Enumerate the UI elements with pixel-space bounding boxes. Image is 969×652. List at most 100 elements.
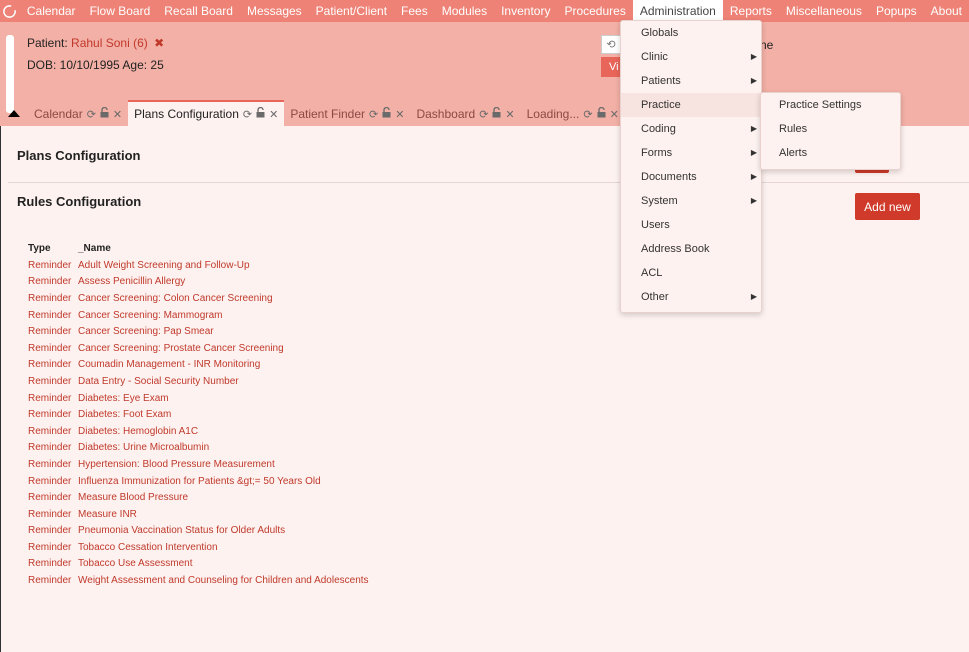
rule-type-link[interactable]: Reminder <box>28 492 78 503</box>
top-menu-bar: Calendar Flow Board Recall Board Messages Pa… <box>0 0 969 22</box>
rule-name-link[interactable]: Hypertension: Blood Pressure Measurement <box>78 459 275 470</box>
rule-name-link[interactable]: Tobacco Cessation Intervention <box>78 542 218 553</box>
menu-calendar[interactable]: Calendar <box>20 0 83 22</box>
rule-name-link[interactable]: Influenza Immunization for Patients &gt;… <box>78 476 321 487</box>
admin-menu-practice[interactable]: Practice <box>621 93 761 117</box>
menu-recall-board[interactable]: Recall Board <box>157 0 240 22</box>
patient-name-link[interactable]: Rahul Soni (6) <box>71 36 148 50</box>
admin-menu-forms[interactable]: Forms ▶ <box>621 141 761 165</box>
admin-menu-system[interactable]: System ▶ <box>621 189 761 213</box>
rule-name-link[interactable]: Measure Blood Pressure <box>78 492 188 503</box>
rule-name-link[interactable]: Adult Weight Screening and Follow-Up <box>78 260 250 271</box>
menu-reports[interactable]: Reports <box>723 0 779 22</box>
rule-name-link[interactable]: Assess Penicillin Allergy <box>78 276 185 287</box>
practice-menu-rules[interactable]: Rules <box>761 117 900 141</box>
practice-menu-practice-settings[interactable]: Practice Settings <box>761 93 900 117</box>
history-icon[interactable]: ⟲ <box>601 35 621 54</box>
menu-miscellaneous[interactable]: Miscellaneous <box>779 0 869 22</box>
menu-patient-client[interactable]: Patient/Client <box>309 0 394 22</box>
rule-name-link[interactable]: Diabetes: Urine Microalbumin <box>78 442 209 453</box>
rule-type-link[interactable]: Reminder <box>28 293 78 304</box>
unlock-icon[interactable] <box>256 106 265 121</box>
collapse-header-icon[interactable] <box>0 100 28 126</box>
rule-type-link[interactable]: Reminder <box>28 276 78 287</box>
rule-name-link[interactable]: Coumadin Management - INR Monitoring <box>78 359 260 370</box>
tab-calendar[interactable]: Calendar ⟳ ✕ <box>28 102 128 126</box>
close-icon[interactable]: ✕ <box>505 108 514 121</box>
name-column-header[interactable]: _Name <box>78 243 111 257</box>
admin-menu-address-book[interactable]: Address Book <box>621 237 761 261</box>
unlock-icon[interactable] <box>492 106 501 121</box>
refresh-icon[interactable]: ⟳ <box>243 108 252 121</box>
rule-type-link[interactable]: Reminder <box>28 310 78 321</box>
rule-type-link[interactable]: Reminder <box>28 260 78 271</box>
rule-name-link[interactable]: Diabetes: Hemoglobin A1C <box>78 426 198 437</box>
admin-menu-users[interactable]: Users <box>621 213 761 237</box>
rule-type-link[interactable]: Reminder <box>28 575 78 586</box>
rule-type-link[interactable]: Reminder <box>28 509 78 520</box>
admin-menu-other[interactable]: Other ▶ <box>621 285 761 309</box>
rule-name-link[interactable]: Diabetes: Foot Exam <box>78 409 171 420</box>
rule-name-link[interactable]: Tobacco Use Assessment <box>78 558 193 569</box>
practice-menu-alerts[interactable]: Alerts <box>761 141 900 165</box>
rule-type-link[interactable]: Reminder <box>28 542 78 553</box>
admin-menu-globals[interactable]: Globals <box>621 21 761 45</box>
rule-name-link[interactable]: Cancer Screening: Mammogram <box>78 310 223 321</box>
refresh-icon[interactable]: ⟳ <box>369 108 378 121</box>
tab-loading[interactable]: Loading... ⟳ ✕ <box>521 102 625 126</box>
close-patient-icon[interactable]: ✖ <box>154 36 164 50</box>
close-icon[interactable]: ✕ <box>395 108 404 121</box>
rule-type-link[interactable]: Reminder <box>28 343 78 354</box>
rule-name-link[interactable]: Diabetes: Eye Exam <box>78 393 169 404</box>
refresh-icon[interactable]: ⟳ <box>479 108 488 121</box>
rule-name-link[interactable]: Weight Assessment and Counseling for Chi… <box>78 575 369 586</box>
rule-type-link[interactable]: Reminder <box>28 326 78 337</box>
rule-name-link[interactable]: Cancer Screening: Colon Cancer Screening <box>78 293 273 304</box>
rule-type-link[interactable]: Reminder <box>28 525 78 536</box>
close-icon[interactable]: ✕ <box>113 108 122 121</box>
menu-administration[interactable]: Administration <box>632 0 723 22</box>
menu-inventory[interactable]: Inventory <box>494 0 557 22</box>
menu-popups[interactable]: Popups <box>869 0 924 22</box>
rule-type-link[interactable]: Reminder <box>28 426 78 437</box>
rule-type-link[interactable]: Reminder <box>28 376 78 387</box>
admin-menu-acl[interactable]: ACL <box>621 261 761 285</box>
add-new-button[interactable]: Add new <box>855 193 920 220</box>
app-logo-icon[interactable] <box>0 0 20 22</box>
refresh-icon[interactable]: ⟳ <box>87 108 96 121</box>
close-icon[interactable]: ✕ <box>610 108 619 121</box>
menu-modules[interactable]: Modules <box>435 0 494 22</box>
rule-name-link[interactable]: Cancer Screening: Pap Smear <box>78 326 214 337</box>
type-column-header[interactable]: Type <box>28 243 78 257</box>
rule-type-link[interactable]: Reminder <box>28 476 78 487</box>
admin-menu-clinic[interactable]: Clinic ▶ <box>621 45 761 69</box>
unlock-icon[interactable] <box>100 106 109 121</box>
menu-fees[interactable]: Fees <box>394 0 435 22</box>
menu-procedures[interactable]: Procedures <box>557 0 632 22</box>
admin-menu-patients[interactable]: Patients ▶ <box>621 69 761 93</box>
rule-type-link[interactable]: Reminder <box>28 558 78 569</box>
close-icon[interactable]: ✕ <box>269 108 278 121</box>
admin-menu-documents[interactable]: Documents ▶ <box>621 165 761 189</box>
tab-dashboard[interactable]: Dashboard ⟳ ✕ <box>410 102 520 126</box>
menu-flow-board[interactable]: Flow Board <box>83 0 158 22</box>
rule-type-link[interactable]: Reminder <box>28 409 78 420</box>
rule-type-link[interactable]: Reminder <box>28 442 78 453</box>
rule-name-link[interactable]: Pneumonia Vaccination Status for Older A… <box>78 525 285 536</box>
rule-type-link[interactable]: Reminder <box>28 393 78 404</box>
table-row: Reminder Adult Weight Screening and Follo… <box>28 257 369 274</box>
tab-plans-configuration[interactable]: Plans Configuration ⟳ ✕ <box>128 100 285 126</box>
rule-type-link[interactable]: Reminder <box>28 359 78 370</box>
rule-name-link[interactable]: Measure INR <box>78 509 137 520</box>
refresh-icon[interactable]: ⟳ <box>583 108 592 121</box>
rule-name-link[interactable]: Data Entry - Social Security Number <box>78 376 239 387</box>
tab-patient-finder[interactable]: Patient Finder ⟳ ✕ <box>284 102 410 126</box>
menu-messages[interactable]: Messages <box>240 0 309 22</box>
menu-about[interactable]: About <box>924 0 969 22</box>
view-button[interactable]: Vi <box>601 57 621 77</box>
unlock-icon[interactable] <box>382 106 391 121</box>
rule-type-link[interactable]: Reminder <box>28 459 78 470</box>
unlock-icon[interactable] <box>597 106 606 121</box>
rule-name-link[interactable]: Cancer Screening: Prostate Cancer Screen… <box>78 343 284 354</box>
admin-menu-coding[interactable]: Coding ▶ <box>621 117 761 141</box>
